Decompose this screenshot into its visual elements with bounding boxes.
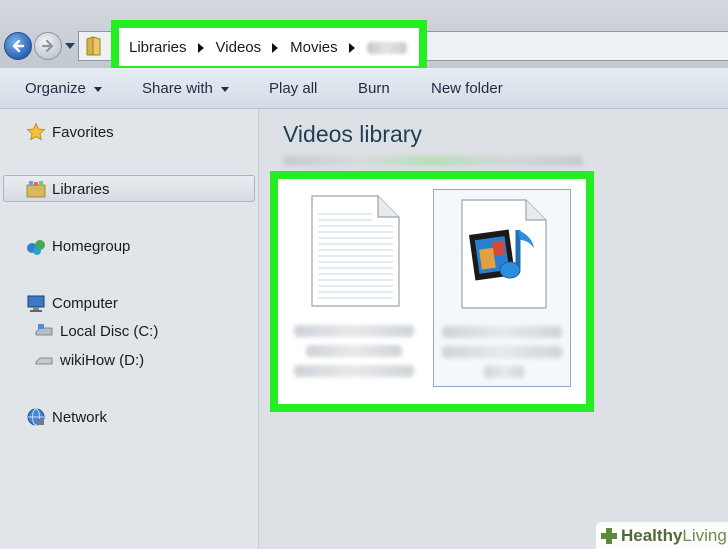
burn-button[interactable]: Burn: [358, 80, 390, 97]
sidebar-item-favorites[interactable]: Favorites: [26, 122, 114, 142]
folder-icon: [86, 36, 101, 56]
share-with-button[interactable]: Share with: [142, 80, 229, 97]
breadcrumb-item-libraries[interactable]: Libraries: [129, 39, 187, 56]
organize-chevron-down-icon: [93, 86, 102, 92]
file-name-blurred: [442, 346, 562, 358]
sidebar-item-label: Local Disc (C:): [60, 322, 159, 340]
files-highlight: [270, 171, 594, 412]
address-bar-row: Libraries Videos Movies: [0, 0, 728, 74]
play-all-button[interactable]: Play all: [269, 80, 317, 97]
breadcrumb-highlight: Libraries Videos Movies: [111, 20, 427, 74]
plus-cross-icon: [601, 527, 617, 544]
breadcrumb: Libraries Videos Movies: [129, 39, 407, 56]
breadcrumb-item-blurred[interactable]: [366, 41, 407, 54]
breadcrumb-item-movies[interactable]: Movies: [290, 39, 338, 56]
file-name-blurred: [306, 345, 402, 357]
sidebar-item-label: Favorites: [52, 123, 114, 141]
hard-drive-icon: [34, 321, 54, 341]
sidebar-item-label: Homegroup: [52, 237, 131, 255]
share-with-label: Share with: [142, 80, 213, 97]
sidebar-item-libraries[interactable]: Libraries: [26, 179, 110, 199]
sidebar-item-local-disc[interactable]: Local Disc (C:): [34, 321, 158, 341]
navigation-pane: Favorites Libraries Homegroup Computer L…: [0, 109, 259, 549]
sidebar-item-computer[interactable]: Computer: [26, 293, 118, 313]
media-file-icon: [461, 199, 547, 309]
watermark-brand-bold: Healthy: [621, 525, 683, 545]
breadcrumb-arrow-icon[interactable]: [272, 42, 279, 53]
sidebar-item-label: Libraries: [52, 180, 110, 198]
star-icon: [26, 122, 46, 142]
sidebar-item-label: Computer: [52, 294, 118, 312]
breadcrumb-arrow-icon[interactable]: [197, 42, 204, 53]
sidebar-item-wikihow-drive[interactable]: wikiHow (D:): [34, 350, 144, 370]
page-title: Videos library: [283, 121, 422, 147]
file-name-blurred: [484, 366, 524, 378]
text-document-icon: [311, 195, 400, 307]
share-with-chevron-down-icon: [220, 86, 229, 92]
sidebar-item-label: Network: [52, 408, 108, 426]
back-button[interactable]: [4, 32, 32, 60]
computer-icon: [26, 293, 46, 313]
new-folder-button[interactable]: New folder: [431, 80, 503, 97]
back-arrow-icon: [12, 39, 25, 53]
file-name-blurred: [442, 326, 562, 338]
library-subtitle-blurred: [283, 156, 583, 166]
file-item-media[interactable]: [433, 189, 571, 387]
file-name-blurred: [294, 325, 414, 337]
watermark-text: HealthyLiving: [621, 526, 727, 546]
command-toolbar: Organize Share with Play all Burn New fo…: [0, 68, 728, 109]
removable-drive-icon: [34, 350, 54, 370]
sidebar-item-label: wikiHow (D:): [60, 351, 145, 369]
forward-button[interactable]: [34, 32, 62, 60]
network-icon: [26, 407, 46, 427]
homegroup-icon: [26, 236, 46, 256]
recent-pages-chevron-icon[interactable]: [65, 43, 75, 49]
sidebar-item-network[interactable]: Network: [26, 407, 107, 427]
watermark-brand-light: Living: [682, 525, 727, 545]
breadcrumb-arrow-icon[interactable]: [348, 42, 355, 53]
forward-arrow-icon: [41, 39, 54, 53]
organize-button[interactable]: Organize: [25, 80, 102, 97]
healthy-living-watermark: HealthyLiving: [596, 522, 728, 549]
libraries-icon: [26, 179, 46, 199]
file-name-blurred: [294, 365, 414, 377]
sidebar-item-homegroup[interactable]: Homegroup: [26, 236, 130, 256]
content-pane: Videos library: [259, 109, 728, 549]
file-item-document[interactable]: [286, 189, 424, 387]
breadcrumb-item-videos[interactable]: Videos: [216, 39, 262, 56]
organize-label: Organize: [25, 80, 86, 97]
